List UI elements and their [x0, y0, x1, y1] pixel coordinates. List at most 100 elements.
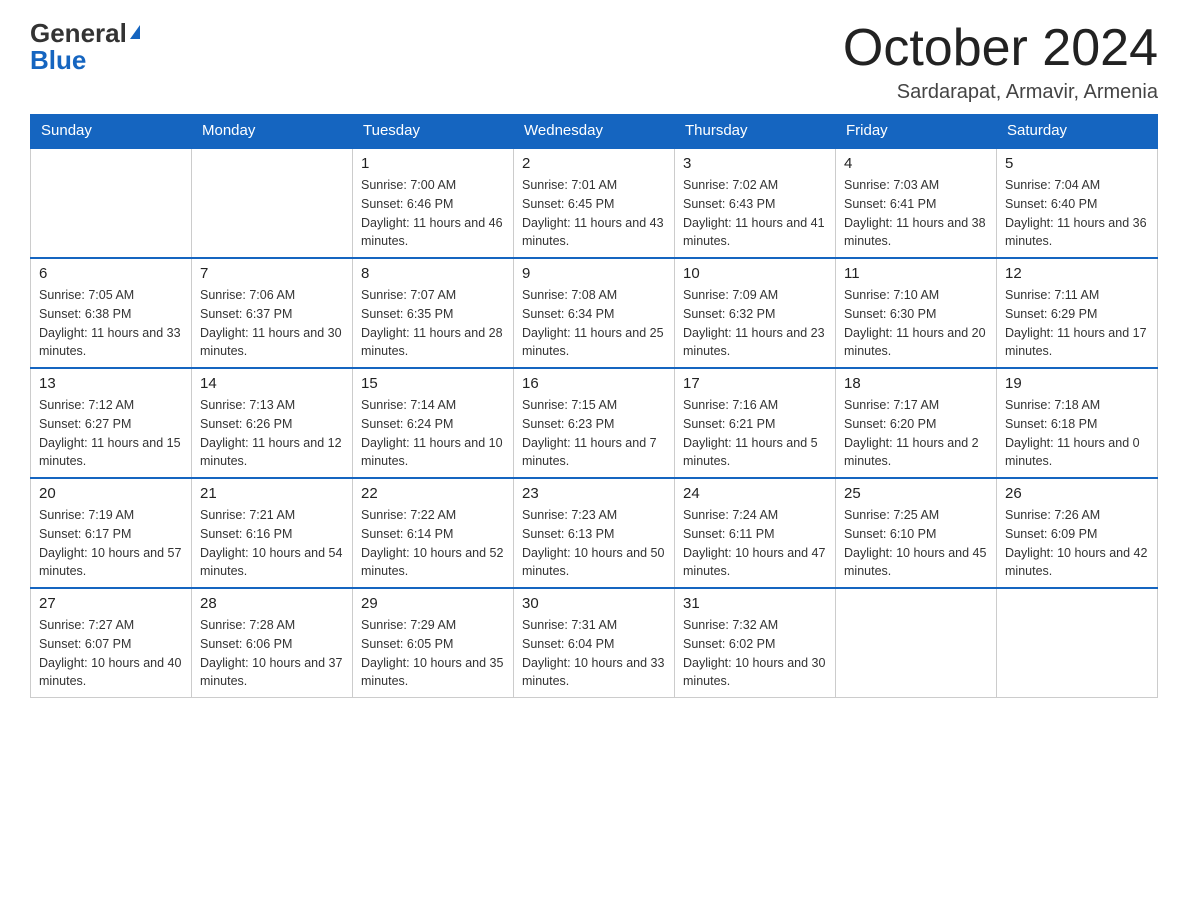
calendar-cell: 20 Sunrise: 7:19 AMSunset: 6:17 PMDayligh… — [31, 478, 192, 588]
calendar-table: SundayMondayTuesdayWednesdayThursdayFrid… — [30, 114, 1158, 698]
day-info: Sunrise: 7:18 AMSunset: 6:18 PMDaylight:… — [1005, 396, 1149, 471]
calendar-week-row: 13 Sunrise: 7:12 AMSunset: 6:27 PMDayligh… — [31, 368, 1158, 478]
calendar-cell: 31 Sunrise: 7:32 AMSunset: 6:02 PMDayligh… — [675, 588, 836, 698]
day-number: 8 — [361, 265, 505, 282]
calendar-header-friday: Friday — [836, 114, 997, 148]
calendar-cell — [31, 148, 192, 258]
day-number: 21 — [200, 485, 344, 502]
day-number: 4 — [844, 155, 988, 172]
calendar-cell: 25Sunrise: 7:25 AMSunset: 6:10 PMDayligh… — [836, 478, 997, 588]
calendar-header-thursday: Thursday — [675, 114, 836, 148]
day-info: Sunrise: 7:01 AMSunset: 6:45 PMDaylight:… — [522, 176, 666, 251]
day-number: 15 — [361, 375, 505, 392]
day-info: Sunrise: 7:24 AMSunset: 6:11 PMDaylight:… — [683, 506, 827, 581]
calendar-cell: 26 Sunrise: 7:26 AMSunset: 6:09 PMDayligh… — [997, 478, 1158, 588]
day-number: 6 — [39, 265, 183, 282]
day-number: 10 — [683, 265, 827, 282]
day-info: Sunrise: 7:02 AMSunset: 6:43 PMDaylight:… — [683, 176, 827, 251]
calendar-cell: 12 Sunrise: 7:11 AMSunset: 6:29 PMDayligh… — [997, 258, 1158, 368]
day-number: 19 — [1005, 375, 1149, 392]
logo-general-text: General — [30, 18, 140, 48]
day-number: 1 — [361, 155, 505, 172]
calendar-cell — [997, 588, 1158, 698]
day-info: Sunrise: 7:07 AMSunset: 6:35 PMDaylight:… — [361, 286, 505, 361]
day-number: 26 — [1005, 485, 1149, 502]
page-header: General Blue October 2024 Sardarapat, Ar… — [30, 20, 1158, 104]
day-info: Sunrise: 7:06 AMSunset: 6:37 PMDaylight:… — [200, 286, 344, 361]
day-info: Sunrise: 7:03 AMSunset: 6:41 PMDaylight:… — [844, 176, 988, 251]
calendar-cell: 18Sunrise: 7:17 AMSunset: 6:20 PMDayligh… — [836, 368, 997, 478]
day-number: 17 — [683, 375, 827, 392]
day-info: Sunrise: 7:17 AMSunset: 6:20 PMDaylight:… — [844, 396, 988, 471]
day-number: 7 — [200, 265, 344, 282]
calendar-cell: 3 Sunrise: 7:02 AMSunset: 6:43 PMDaylight… — [675, 148, 836, 258]
calendar-cell: 14 Sunrise: 7:13 AMSunset: 6:26 PMDayligh… — [192, 368, 353, 478]
day-info: Sunrise: 7:11 AMSunset: 6:29 PMDaylight:… — [1005, 286, 1149, 361]
day-info: Sunrise: 7:15 AMSunset: 6:23 PMDaylight:… — [522, 396, 666, 471]
calendar-cell: 24 Sunrise: 7:24 AMSunset: 6:11 PMDayligh… — [675, 478, 836, 588]
calendar-cell: 8 Sunrise: 7:07 AMSunset: 6:35 PMDaylight… — [353, 258, 514, 368]
calendar-week-row: 20 Sunrise: 7:19 AMSunset: 6:17 PMDayligh… — [31, 478, 1158, 588]
calendar-cell: 7 Sunrise: 7:06 AMSunset: 6:37 PMDaylight… — [192, 258, 353, 368]
day-number: 20 — [39, 485, 183, 502]
calendar-week-row: 1 Sunrise: 7:00 AMSunset: 6:46 PMDaylight… — [31, 148, 1158, 258]
calendar-cell — [836, 588, 997, 698]
calendar-header-tuesday: Tuesday — [353, 114, 514, 148]
day-info: Sunrise: 7:13 AMSunset: 6:26 PMDaylight:… — [200, 396, 344, 471]
logo-blue-text: Blue — [30, 45, 86, 75]
title-section: October 2024 Sardarapat, Armavir, Armeni… — [843, 20, 1158, 104]
calendar-cell: 1 Sunrise: 7:00 AMSunset: 6:46 PMDaylight… — [353, 148, 514, 258]
calendar-cell: 9 Sunrise: 7:08 AMSunset: 6:34 PMDaylight… — [514, 258, 675, 368]
day-number: 14 — [200, 375, 344, 392]
calendar-header-sunday: Sunday — [31, 114, 192, 148]
calendar-cell: 22 Sunrise: 7:22 AMSunset: 6:14 PMDayligh… — [353, 478, 514, 588]
calendar-cell: 2 Sunrise: 7:01 AMSunset: 6:45 PMDaylight… — [514, 148, 675, 258]
day-number: 12 — [1005, 265, 1149, 282]
calendar-header-wednesday: Wednesday — [514, 114, 675, 148]
day-info: Sunrise: 7:12 AMSunset: 6:27 PMDaylight:… — [39, 396, 183, 471]
calendar-cell: 15Sunrise: 7:14 AMSunset: 6:24 PMDayligh… — [353, 368, 514, 478]
day-info: Sunrise: 7:21 AMSunset: 6:16 PMDaylight:… — [200, 506, 344, 581]
day-number: 2 — [522, 155, 666, 172]
calendar-cell: 11Sunrise: 7:10 AMSunset: 6:30 PMDayligh… — [836, 258, 997, 368]
day-info: Sunrise: 7:08 AMSunset: 6:34 PMDaylight:… — [522, 286, 666, 361]
calendar-cell: 4 Sunrise: 7:03 AMSunset: 6:41 PMDaylight… — [836, 148, 997, 258]
day-number: 13 — [39, 375, 183, 392]
day-number: 24 — [683, 485, 827, 502]
day-number: 16 — [522, 375, 666, 392]
day-number: 22 — [361, 485, 505, 502]
day-number: 9 — [522, 265, 666, 282]
logo-top: General — [30, 20, 140, 47]
day-info: Sunrise: 7:16 AMSunset: 6:21 PMDaylight:… — [683, 396, 827, 471]
day-number: 28 — [200, 595, 344, 612]
day-info: Sunrise: 7:19 AMSunset: 6:17 PMDaylight:… — [39, 506, 183, 581]
day-info: Sunrise: 7:05 AMSunset: 6:38 PMDaylight:… — [39, 286, 183, 361]
day-info: Sunrise: 7:10 AMSunset: 6:30 PMDaylight:… — [844, 286, 988, 361]
day-number: 27 — [39, 595, 183, 612]
day-info: Sunrise: 7:31 AMSunset: 6:04 PMDaylight:… — [522, 616, 666, 691]
day-number: 3 — [683, 155, 827, 172]
location-subtitle: Sardarapat, Armavir, Armenia — [843, 81, 1158, 104]
calendar-week-row: 6 Sunrise: 7:05 AMSunset: 6:38 PMDaylight… — [31, 258, 1158, 368]
day-info: Sunrise: 7:09 AMSunset: 6:32 PMDaylight:… — [683, 286, 827, 361]
day-info: Sunrise: 7:26 AMSunset: 6:09 PMDaylight:… — [1005, 506, 1149, 581]
day-info: Sunrise: 7:23 AMSunset: 6:13 PMDaylight:… — [522, 506, 666, 581]
calendar-header-row: SundayMondayTuesdayWednesdayThursdayFrid… — [31, 114, 1158, 148]
day-info: Sunrise: 7:22 AMSunset: 6:14 PMDaylight:… — [361, 506, 505, 581]
day-info: Sunrise: 7:27 AMSunset: 6:07 PMDaylight:… — [39, 616, 183, 691]
calendar-cell: 30Sunrise: 7:31 AMSunset: 6:04 PMDayligh… — [514, 588, 675, 698]
day-number: 31 — [683, 595, 827, 612]
day-info: Sunrise: 7:00 AMSunset: 6:46 PMDaylight:… — [361, 176, 505, 251]
calendar-cell: 10 Sunrise: 7:09 AMSunset: 6:32 PMDayligh… — [675, 258, 836, 368]
calendar-cell: 13 Sunrise: 7:12 AMSunset: 6:27 PMDayligh… — [31, 368, 192, 478]
day-info: Sunrise: 7:25 AMSunset: 6:10 PMDaylight:… — [844, 506, 988, 581]
calendar-cell: 17 Sunrise: 7:16 AMSunset: 6:21 PMDayligh… — [675, 368, 836, 478]
logo-bottom: Blue — [30, 47, 86, 74]
day-info: Sunrise: 7:28 AMSunset: 6:06 PMDaylight:… — [200, 616, 344, 691]
day-info: Sunrise: 7:04 AMSunset: 6:40 PMDaylight:… — [1005, 176, 1149, 251]
day-info: Sunrise: 7:32 AMSunset: 6:02 PMDaylight:… — [683, 616, 827, 691]
logo-triangle-icon — [130, 25, 140, 39]
calendar-cell: 6 Sunrise: 7:05 AMSunset: 6:38 PMDaylight… — [31, 258, 192, 368]
month-title: October 2024 — [843, 20, 1158, 77]
calendar-cell: 29Sunrise: 7:29 AMSunset: 6:05 PMDayligh… — [353, 588, 514, 698]
